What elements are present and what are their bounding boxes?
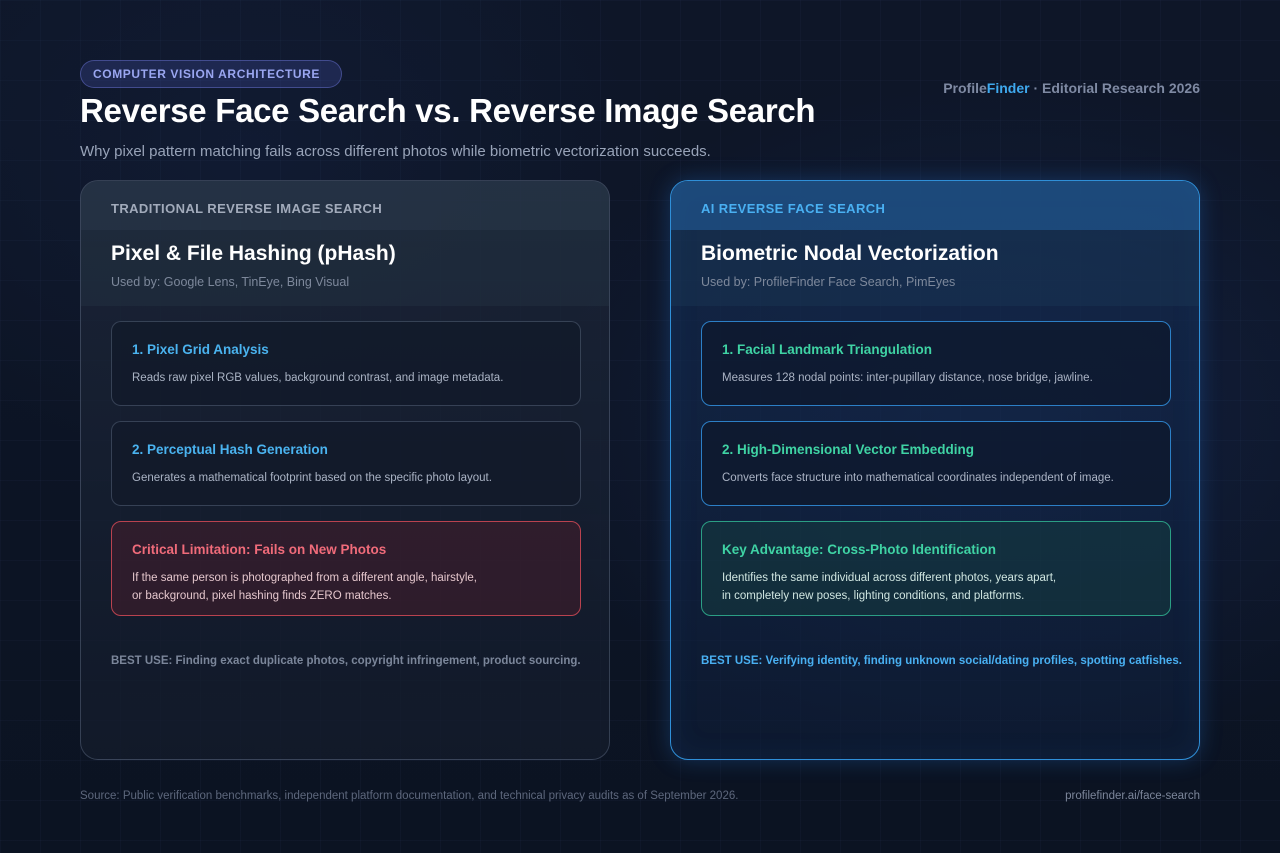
- panel-label: AI REVERSE FACE SEARCH: [701, 201, 886, 216]
- brand-name-part2: Finder: [986, 80, 1030, 96]
- brand-credit-rest: · Editorial Research 2026: [1029, 80, 1200, 96]
- limitation-card: Critical Limitation: Fails on New Photos…: [111, 521, 581, 616]
- brand-credit: ProfileFinder · Editorial Research 2026: [943, 80, 1200, 96]
- card-line: Converts face structure into mathematica…: [722, 472, 1114, 484]
- card-title: 2. High-Dimensional Vector Embedding: [722, 442, 975, 457]
- best-use-note: BEST USE: Finding exact duplicate photos…: [111, 655, 581, 667]
- card-title: Critical Limitation: Fails on New Photos: [132, 542, 387, 557]
- best-use-note: BEST USE: Verifying identity, finding un…: [701, 655, 1182, 667]
- source-note: Source: Public verification benchmarks, …: [80, 790, 739, 802]
- face-search-panel: AI REVERSE FACE SEARCH Biometric Nodal V…: [670, 180, 1200, 760]
- card-description: Reads raw pixel RGB values, background c…: [132, 369, 503, 387]
- step-card-perceptual-hash: 2. Perceptual Hash Generation Generates …: [111, 421, 581, 506]
- card-description: Identifies the same individual across di…: [722, 569, 1056, 605]
- panel-label: TRADITIONAL REVERSE IMAGE SEARCH: [111, 201, 383, 216]
- step-card-landmark-triangulation: 1. Facial Landmark Triangulation Measure…: [701, 321, 1171, 406]
- page-subtitle: Why pixel pattern matching fails across …: [80, 143, 711, 160]
- advantage-card: Key Advantage: Cross-Photo Identificatio…: [701, 521, 1171, 616]
- panel-title: Biometric Nodal Vectorization: [701, 242, 999, 265]
- panel-title: Pixel & File Hashing (pHash): [111, 242, 396, 265]
- step-card-vector-embedding: 2. High-Dimensional Vector Embedding Con…: [701, 421, 1171, 506]
- card-line: Generates a mathematical footprint based…: [132, 472, 492, 484]
- card-line: Reads raw pixel RGB values, background c…: [132, 372, 504, 384]
- card-description: Generates a mathematical footprint based…: [132, 469, 492, 487]
- card-line: Identifies the same individual across di…: [722, 572, 1057, 584]
- card-line: or background, pixel hashing finds ZERO …: [132, 590, 392, 602]
- traditional-search-panel: TRADITIONAL REVERSE IMAGE SEARCH Pixel &…: [80, 180, 610, 760]
- card-line: in completely new poses, lighting condit…: [722, 590, 1025, 602]
- card-description: Converts face structure into mathematica…: [722, 469, 1114, 487]
- panel-used-by: Used by: Google Lens, TinEye, Bing Visua…: [111, 275, 350, 289]
- page-title: Reverse Face Search vs. Reverse Image Se…: [80, 92, 816, 129]
- card-title: 1. Facial Landmark Triangulation: [722, 342, 933, 357]
- step-card-pixel-grid: 1. Pixel Grid Analysis Reads raw pixel R…: [111, 321, 581, 406]
- card-description: Measures 128 nodal points: inter-pupilla…: [722, 369, 1093, 387]
- card-line: Measures 128 nodal points: inter-pupilla…: [722, 372, 1093, 384]
- card-line: If the same person is photographed from …: [132, 572, 477, 584]
- card-title: 1. Pixel Grid Analysis: [132, 342, 269, 357]
- card-description: If the same person is photographed from …: [132, 569, 477, 605]
- category-badge: COMPUTER VISION ARCHITECTURE: [80, 60, 342, 88]
- card-title: Key Advantage: Cross-Photo Identificatio…: [722, 542, 997, 557]
- panel-used-by: Used by: ProfileFinder Face Search, PimE…: [701, 275, 956, 289]
- source-url: profilefinder.ai/face-search: [1065, 790, 1200, 802]
- infographic-page: COMPUTER VISION ARCHITECTURE ProfileFind…: [0, 0, 1280, 853]
- card-title: 2. Perceptual Hash Generation: [132, 442, 328, 457]
- brand-name-part1: Profile: [943, 80, 987, 96]
